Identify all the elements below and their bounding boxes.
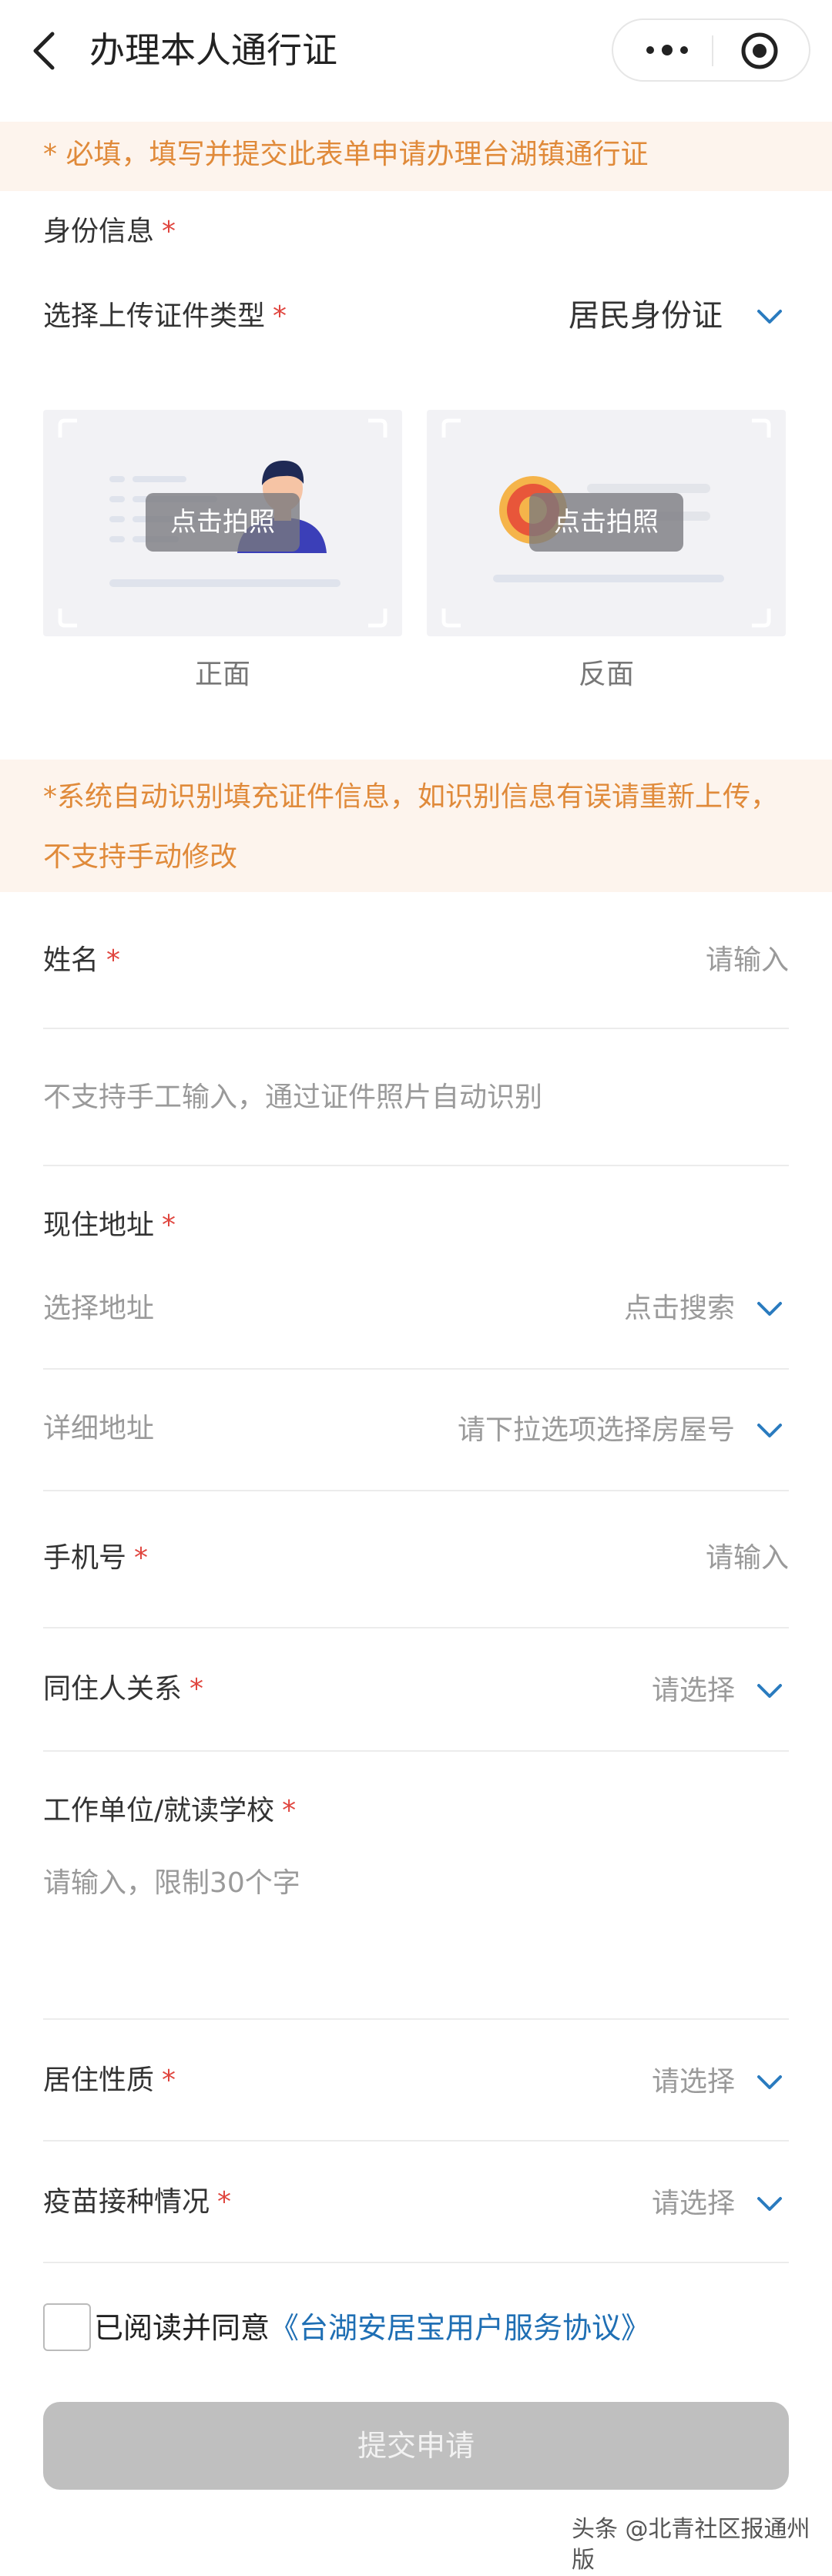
phone-label: 手机号 * bbox=[43, 1542, 149, 1574]
agreement-text: 已阅读并同意《台湖安居宝用户服务协议》 bbox=[94, 2306, 650, 2350]
address-search-select[interactable]: 点击搜索 bbox=[539, 1288, 789, 1331]
divider bbox=[43, 1490, 789, 1491]
divider bbox=[43, 1028, 789, 1029]
service-agreement-link[interactable]: 《台湖安居宝用户服务协议》 bbox=[270, 2311, 650, 2345]
residence-label: 居住性质 * bbox=[43, 2064, 176, 2096]
agreement-prefix: 已阅读并同意 bbox=[94, 2311, 270, 2345]
detail-address-value: 请下拉选项选择房屋号 bbox=[457, 1414, 735, 1446]
chevron-down-icon bbox=[757, 1424, 782, 1437]
residence-value: 请选择 bbox=[651, 2066, 735, 2098]
relation-select[interactable]: 请选择 bbox=[601, 1670, 789, 1713]
address-label: 现住地址 * bbox=[43, 1209, 176, 1241]
take-photo-back-button[interactable]: 点击拍照 bbox=[529, 493, 683, 552]
residence-select[interactable]: 请选择 bbox=[601, 2061, 789, 2105]
auto-recognition-notice: *系统自动识别填充证件信息，如识别信息有误请重新上传，不支持手动修改 bbox=[0, 760, 832, 892]
name-input[interactable]: 请输入 bbox=[650, 941, 789, 980]
chevron-down-icon bbox=[757, 2197, 782, 2211]
chevron-down-icon bbox=[757, 310, 782, 324]
submit-button[interactable]: 提交申请 bbox=[43, 2402, 789, 2490]
id-front-upload[interactable]: 点击拍照 bbox=[43, 410, 402, 636]
doc-type-value: 居民身份证 bbox=[569, 298, 723, 334]
chevron-down-icon bbox=[757, 1684, 782, 1698]
divider bbox=[43, 1165, 789, 1166]
relation-label: 同住人关系 * bbox=[43, 1673, 204, 1705]
divider bbox=[43, 1368, 789, 1370]
more-options-icon[interactable] bbox=[636, 31, 698, 69]
divider bbox=[43, 1750, 789, 1752]
name-label: 姓名 * bbox=[43, 944, 121, 976]
address-search-value: 点击搜索 bbox=[623, 1293, 735, 1324]
doc-type-select[interactable]: 居民身份证 bbox=[555, 293, 789, 339]
mini-program-capsule bbox=[612, 18, 810, 82]
vaccine-select[interactable]: 请选择 bbox=[601, 2183, 789, 2226]
doc-type-label: 选择上传证件类型 * bbox=[43, 300, 287, 332]
id-hint-text: 不支持手工输入，通过证件照片自动识别 bbox=[43, 1082, 543, 1113]
watermark: 头条 @北青社区报通州版 bbox=[572, 2516, 810, 2574]
select-address-label: 选择地址 bbox=[43, 1293, 155, 1324]
divider bbox=[43, 2018, 789, 2020]
back-icon[interactable] bbox=[28, 29, 62, 72]
detail-address-label: 详细地址 bbox=[43, 1413, 155, 1444]
divider bbox=[43, 2262, 789, 2263]
work-label: 工作单位/就读学校 * bbox=[43, 1795, 297, 1826]
capsule-divider bbox=[712, 35, 713, 66]
id-back-caption: 反面 bbox=[578, 659, 634, 690]
divider bbox=[43, 1627, 789, 1628]
phone-input[interactable]: 请输入 bbox=[650, 1539, 789, 1578]
vaccine-value: 请选择 bbox=[651, 2188, 735, 2219]
identity-section-label: 身份信息 * bbox=[43, 216, 176, 247]
page-title: 办理本人通行证 bbox=[89, 29, 337, 71]
detail-address-select[interactable]: 请下拉选项选择房屋号 bbox=[401, 1410, 789, 1453]
id-back-upload[interactable]: 点击拍照 bbox=[427, 410, 786, 636]
chevron-down-icon bbox=[757, 2075, 782, 2089]
agree-checkbox[interactable] bbox=[43, 2303, 91, 2351]
chevron-down-icon bbox=[757, 1302, 782, 1316]
divider bbox=[43, 2140, 789, 2142]
relation-value: 请选择 bbox=[651, 1675, 735, 1706]
take-photo-front-button[interactable]: 点击拍照 bbox=[146, 493, 300, 552]
vaccine-label: 疫苗接种情况 * bbox=[43, 2186, 232, 2218]
work-textarea[interactable]: 请输入，限制30个字 bbox=[43, 1864, 789, 1987]
required-notice: * 必填，填写并提交此表单申请办理台湖镇通行证 bbox=[0, 122, 832, 191]
id-front-caption: 正面 bbox=[194, 659, 250, 690]
close-miniprogram-icon[interactable] bbox=[738, 31, 781, 71]
